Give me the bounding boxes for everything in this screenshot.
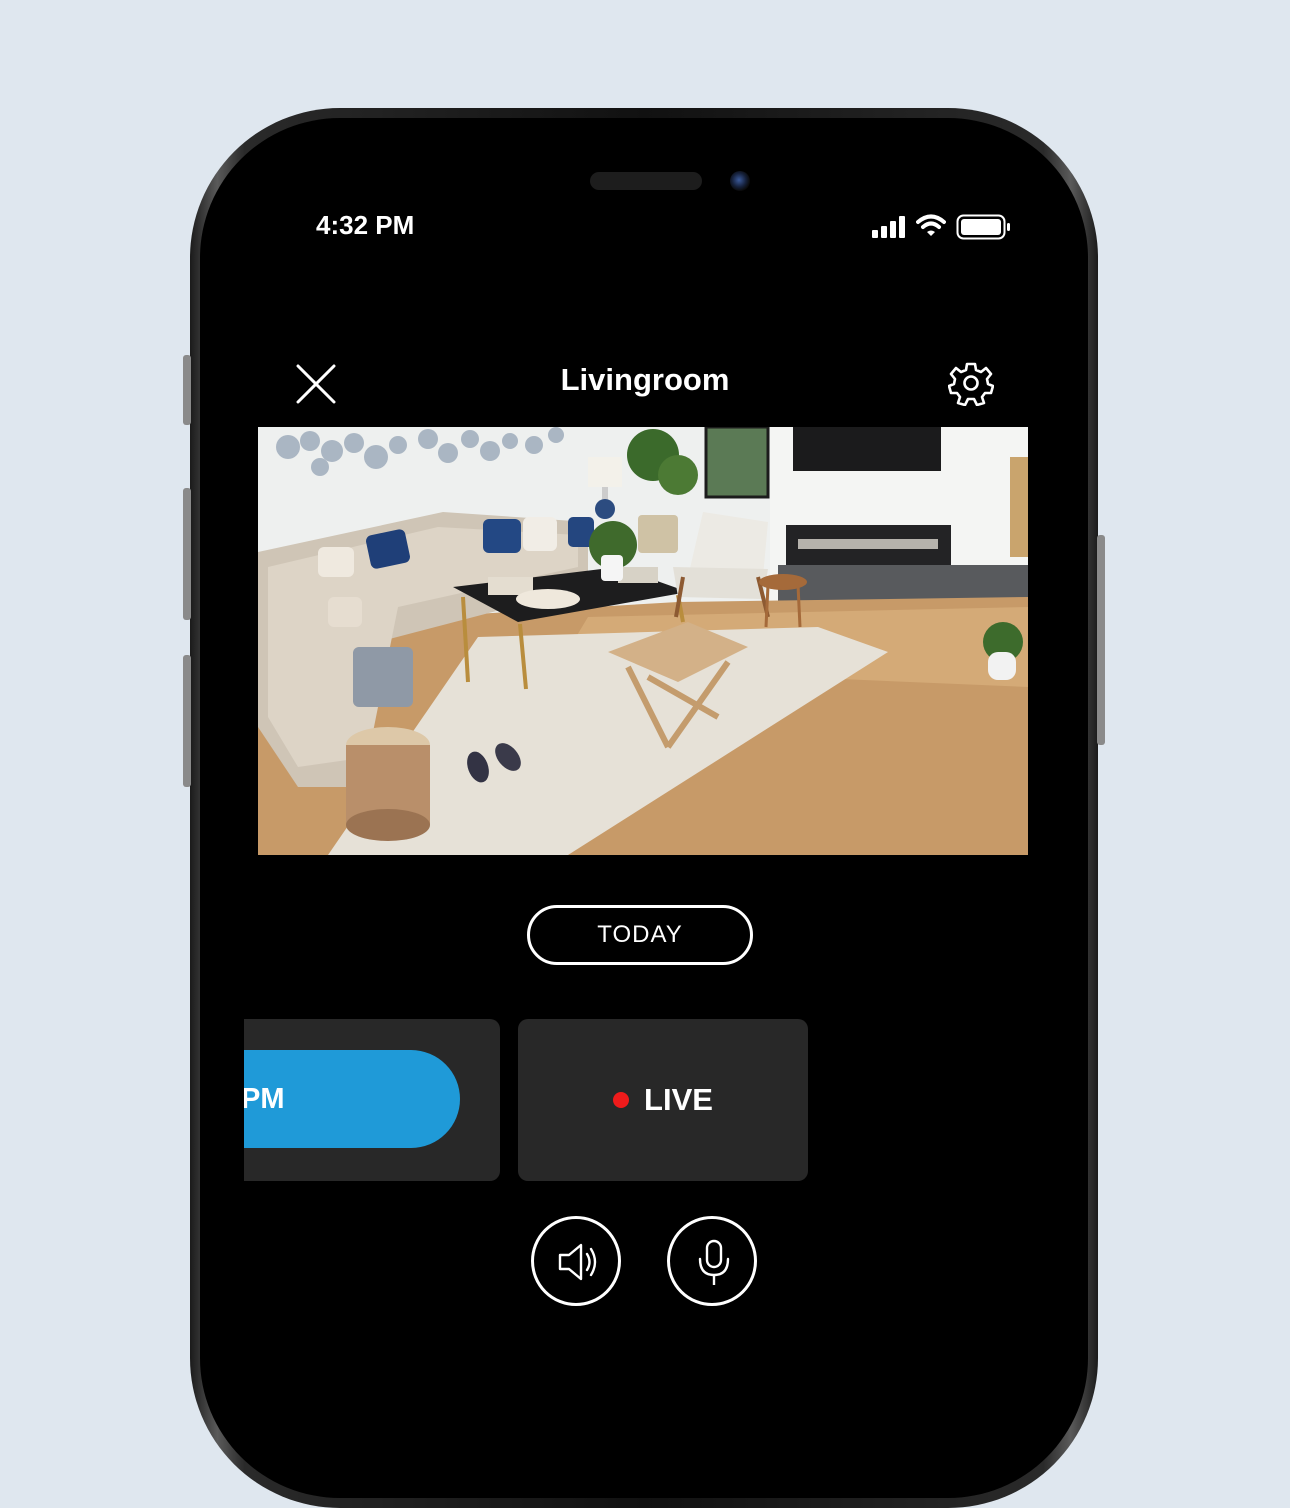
earpiece-speaker — [590, 172, 702, 190]
microphone-button[interactable] — [667, 1216, 757, 1306]
phone-screen: 4:32 PM Livingroom TODAY PM LIVE — [244, 160, 1046, 1360]
settings-button[interactable] — [947, 360, 995, 407]
power-button — [1097, 535, 1105, 745]
front-camera — [730, 171, 750, 191]
battery-icon — [956, 214, 1010, 240]
gear-icon — [947, 362, 995, 407]
status-time: 4:32 PM — [316, 210, 415, 240]
living-room-scene — [258, 427, 1028, 855]
volume-up-button — [183, 488, 191, 620]
microphone-icon — [698, 1239, 730, 1285]
status-icons — [872, 214, 1012, 240]
speaker-button[interactable] — [531, 1216, 621, 1306]
mute-switch — [183, 355, 191, 425]
page-title: Livingroom — [560, 362, 730, 397]
live-label: LIVE — [644, 1082, 713, 1117]
signal-icon — [872, 216, 905, 238]
wifi-icon — [916, 214, 946, 236]
clip-time-label: PM — [244, 1082, 285, 1115]
live-button[interactable]: LIVE — [518, 1019, 808, 1181]
live-indicator-dot — [613, 1092, 630, 1108]
speaker-icon — [558, 1243, 597, 1281]
camera-feed[interactable] — [258, 427, 1028, 855]
volume-down-button — [183, 655, 191, 787]
today-button[interactable]: TODAY — [527, 905, 753, 965]
clip-time-pill[interactable]: PM — [244, 1050, 460, 1148]
timeline-clip-card: PM — [244, 1019, 500, 1181]
